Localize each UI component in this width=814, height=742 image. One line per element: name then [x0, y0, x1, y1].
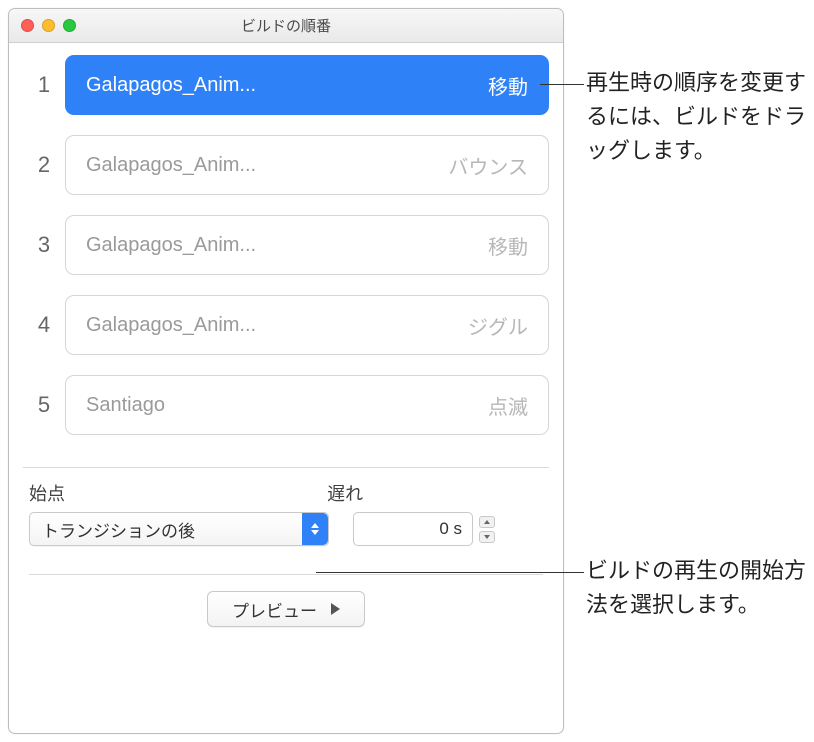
preview-button-label: プレビュー — [232, 597, 317, 622]
build-item-effect: 移動 — [488, 71, 528, 100]
build-item-name: Santiago — [86, 394, 165, 417]
traffic-lights — [21, 19, 76, 32]
build-item-name: Galapagos_Anim... — [86, 154, 256, 177]
build-item-effect: ジグル — [468, 311, 528, 340]
build-list: 1 Galapagos_Anim... 移動 2 Galapagos_Anim... バウ… — [9, 43, 563, 463]
control-labels: 始点 遅れ — [29, 480, 543, 506]
start-popup-value: トランジションの後 — [30, 517, 195, 542]
stepper-up-icon[interactable] — [479, 516, 495, 528]
build-item-name: Galapagos_Anim... — [86, 314, 256, 337]
build-order-window: ビルドの順番 1Galapagos_Anim...移動2Galapagos_An… — [8, 8, 564, 734]
callout-line — [540, 84, 584, 85]
control-row: トランジションの後 — [29, 512, 543, 546]
window-title: ビルドの順番 — [9, 15, 563, 36]
build-item-effect: バウンス — [448, 151, 528, 180]
start-label: 始点 — [29, 480, 327, 506]
minimize-icon[interactable] — [42, 19, 55, 32]
build-item[interactable]: Galapagos_Anim... 移動 — [65, 215, 549, 275]
build-row: 2 Galapagos_Anim... バウンス — [23, 135, 549, 195]
play-icon — [331, 603, 340, 615]
delay-label: 遅れ — [327, 480, 543, 506]
build-item[interactable]: Galapagos_Anim... 移動 — [65, 55, 549, 115]
build-index: 4 — [23, 312, 65, 338]
build-row: 4 Galapagos_Anim... ジグル — [23, 295, 549, 355]
build-item-name: Galapagos_Anim... — [86, 74, 256, 97]
callout-line — [316, 572, 584, 573]
popup-arrows-icon — [302, 513, 328, 545]
build-item[interactable]: Santiago 点滅 — [65, 375, 549, 435]
build-item-effect: 移動 — [488, 231, 528, 260]
build-row: 1 Galapagos_Anim... 移動 — [23, 55, 549, 115]
build-item-name: Galapagos_Anim... — [86, 234, 256, 257]
close-icon[interactable] — [21, 19, 34, 32]
titlebar: ビルドの順番 — [9, 9, 563, 43]
build-index: 3 — [23, 232, 65, 258]
build-item-effect: 点滅 — [488, 391, 528, 420]
build-index: 2 — [23, 152, 65, 178]
callout-start-method: ビルドの再生の開始方法を選択します。 — [586, 554, 814, 622]
build-row: 3 Galapagos_Anim... 移動 — [23, 215, 549, 275]
build-item[interactable]: Galapagos_Anim... ジグル — [65, 295, 549, 355]
build-index: 1 — [23, 72, 65, 98]
delay-stepper — [479, 516, 495, 543]
build-index: 5 — [23, 392, 65, 418]
delay-control — [353, 512, 495, 546]
preview-row: プレビュー — [9, 575, 563, 645]
stepper-down-icon[interactable] — [479, 531, 495, 543]
zoom-icon[interactable] — [63, 19, 76, 32]
start-popup[interactable]: トランジションの後 — [29, 512, 329, 546]
controls-section: 始点 遅れ トランジションの後 — [9, 468, 563, 554]
build-item[interactable]: Galapagos_Anim... バウンス — [65, 135, 549, 195]
delay-field[interactable] — [353, 512, 473, 546]
build-row: 5 Santiago 点滅 — [23, 375, 549, 435]
callout-drag-order: 再生時の順序を変更するには、ビルドをドラッグします。 — [586, 66, 814, 168]
preview-button[interactable]: プレビュー — [207, 591, 365, 627]
